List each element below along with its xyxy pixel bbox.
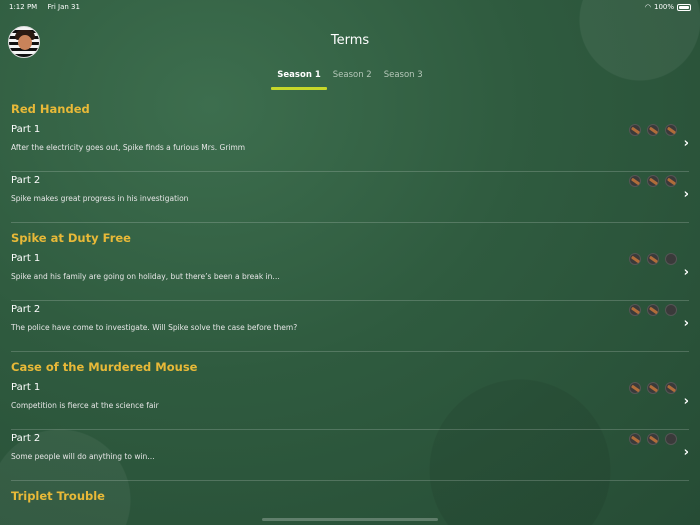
magnifier-badge-icon xyxy=(629,175,641,187)
home-indicator[interactable] xyxy=(262,518,438,521)
empty-badge-icon xyxy=(665,433,677,445)
badge-group xyxy=(629,253,677,265)
episode-title: Part 2 xyxy=(11,175,41,186)
chevron-right-icon[interactable]: › xyxy=(684,265,689,280)
magnifier-badge-icon xyxy=(629,253,641,265)
episode-description: After the electricity goes out, Spike fi… xyxy=(11,143,246,152)
magnifier-badge-icon xyxy=(647,124,659,136)
chevron-right-icon[interactable]: › xyxy=(684,445,689,460)
chevron-right-icon[interactable]: › xyxy=(684,136,689,151)
episode-description: Some people will do anything to win… xyxy=(11,452,155,461)
status-bar: 1:12 PM Fri Jan 31 ◠ 100% xyxy=(0,0,700,14)
chevron-right-icon[interactable]: › xyxy=(684,187,689,202)
season-tabs: Season 1 Season 2 Season 3 xyxy=(0,68,700,90)
divider xyxy=(11,480,689,481)
section-title: Case of the Murdered Mouse xyxy=(11,360,198,374)
episode-title: Part 1 xyxy=(11,253,41,264)
magnifier-badge-icon xyxy=(665,124,677,136)
episode-title: Part 1 xyxy=(11,382,41,393)
status-time: 1:12 PM xyxy=(9,3,38,11)
episode-description: Spike and his family are going on holida… xyxy=(11,272,280,281)
tab-season-1[interactable]: Season 1 xyxy=(271,68,328,90)
magnifier-badge-icon xyxy=(665,382,677,394)
divider xyxy=(11,351,689,352)
empty-badge-icon xyxy=(665,253,677,265)
episode-description: Competition is fierce at the science fai… xyxy=(11,401,159,410)
magnifier-badge-icon xyxy=(629,124,641,136)
episode-title: Part 2 xyxy=(11,433,41,444)
status-date: Fri Jan 31 xyxy=(47,3,80,11)
episode-description: Spike makes great progress in his invest… xyxy=(11,194,189,203)
magnifier-badge-icon xyxy=(629,382,641,394)
section-title: Spike at Duty Free xyxy=(11,231,131,245)
page-title: Terms xyxy=(330,33,370,48)
badge-group xyxy=(629,382,677,394)
battery-percent: 100% xyxy=(653,3,674,11)
magnifier-badge-icon xyxy=(647,433,659,445)
episode-description: The police have come to investigate. Wil… xyxy=(11,323,298,332)
tab-season-2[interactable]: Season 2 xyxy=(327,68,378,90)
magnifier-badge-icon xyxy=(629,433,641,445)
episode-row[interactable]: Part 1 Spike and his family are going on… xyxy=(11,250,689,301)
magnifier-badge-icon xyxy=(647,304,659,316)
episode-row[interactable]: Part 1 After the electricity goes out, S… xyxy=(11,121,689,172)
magnifier-badge-icon xyxy=(647,382,659,394)
magnifier-badge-icon xyxy=(665,175,677,187)
episode-list: Red Handed Part 1 After the electricity … xyxy=(0,100,700,505)
episode-title: Part 1 xyxy=(11,124,41,135)
divider xyxy=(11,222,689,223)
episode-row[interactable]: Part 2 Some people will do anything to w… xyxy=(11,430,689,481)
section-title: Triplet Trouble xyxy=(11,489,105,503)
magnifier-badge-icon xyxy=(629,304,641,316)
episode-row[interactable]: Part 1 Competition is fierce at the scie… xyxy=(11,379,689,430)
empty-badge-icon xyxy=(665,304,677,316)
badge-group xyxy=(629,433,677,445)
tab-season-3[interactable]: Season 3 xyxy=(378,68,429,90)
battery-icon xyxy=(677,3,691,11)
chevron-right-icon[interactable]: › xyxy=(684,394,689,409)
magnifier-badge-icon xyxy=(647,175,659,187)
badge-group xyxy=(629,175,677,187)
badge-group xyxy=(629,124,677,136)
chevron-right-icon[interactable]: › xyxy=(684,316,689,331)
section-title: Red Handed xyxy=(11,102,90,116)
episode-row[interactable]: Part 2 Spike makes great progress in his… xyxy=(11,172,689,223)
episode-title: Part 2 xyxy=(11,304,41,315)
badge-group xyxy=(629,304,677,316)
magnifier-badge-icon xyxy=(647,253,659,265)
episode-row[interactable]: Part 2 The police have come to investiga… xyxy=(11,301,689,352)
wifi-icon: ◠ xyxy=(644,3,651,11)
